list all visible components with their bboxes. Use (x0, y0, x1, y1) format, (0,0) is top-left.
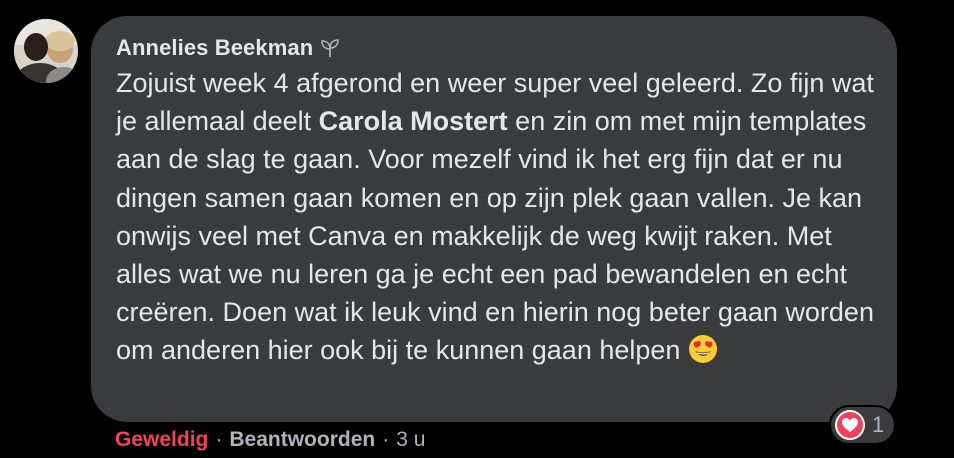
avatar-image (14, 19, 78, 83)
love-reaction-icon (834, 409, 866, 441)
reaction-button[interactable]: Geweldig (115, 428, 208, 452)
author-row: Annelies Beekman (116, 34, 341, 62)
reply-button[interactable]: Beantwoorden (229, 428, 375, 452)
avatar[interactable] (14, 19, 78, 83)
separator: · (382, 428, 390, 451)
author-name[interactable]: Annelies Beekman (116, 35, 313, 61)
comment-container: Annelies Beekman Zojuist week 4 afgerond… (0, 0, 954, 458)
reaction-count: 1 (872, 412, 885, 437)
sprout-icon[interactable] (319, 37, 341, 59)
comment-text-part: en zin om met mijn templates aan de slag… (116, 106, 874, 366)
comment-text: Zojuist week 4 afgerond en weer super ve… (116, 64, 886, 370)
comment-actions: Geweldig · Beantwoorden · 3 u (115, 426, 425, 454)
timestamp[interactable]: 3 u (396, 428, 425, 452)
heart-eyes-emoji (688, 334, 718, 364)
mention-link[interactable]: Carola Mostert (319, 106, 508, 136)
separator: · (215, 428, 223, 451)
reaction-summary[interactable]: 1 (831, 407, 895, 443)
